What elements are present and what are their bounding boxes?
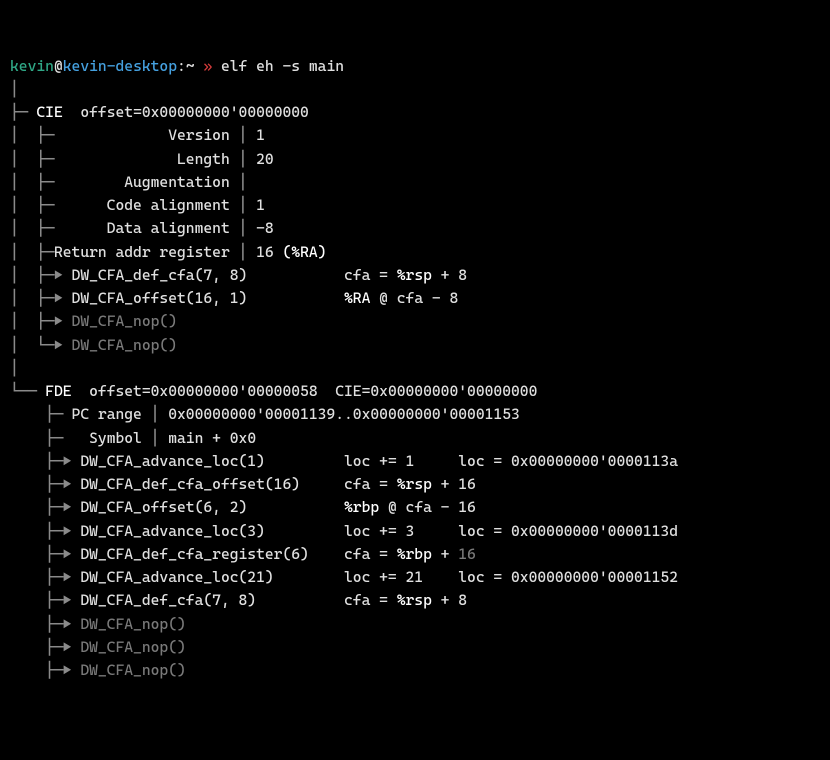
- tree-line: ├─▶: [10, 522, 80, 540]
- cie-op-ann: cfa =: [344, 266, 397, 284]
- cie-op-nop: DW_CFA_nop(): [72, 336, 177, 354]
- cie-ret-value: 16: [256, 243, 282, 261]
- fde-op: DW_CFA_def_cfa_offset(16): [80, 475, 300, 493]
- cie-version-label: Version: [63, 126, 230, 144]
- cie-data-label: Data alignment: [63, 219, 230, 237]
- tree-line: ├─▶: [10, 638, 80, 656]
- prompt-at: @: [54, 57, 63, 75]
- fde-op-after: + 16: [432, 475, 476, 493]
- fde-op-dimtail: 16: [458, 545, 476, 563]
- command-text: elf eh -s main: [212, 57, 344, 75]
- cie-aug-label: Augmentation: [63, 173, 230, 191]
- tree-line: ├─: [10, 429, 72, 447]
- tree-line: ├─▶: [10, 615, 80, 633]
- tree-line: ├─▶: [10, 498, 80, 516]
- tree-line: ├─▶: [10, 568, 80, 586]
- tree-line: │ ├─▶: [10, 312, 72, 330]
- fde-symbol-value: main + 0x0: [168, 429, 256, 447]
- fde-op-nop: DW_CFA_nop(): [80, 615, 185, 633]
- prompt-user: kevin: [10, 57, 54, 75]
- fde-op-reg: %rsp: [397, 591, 432, 609]
- fde-op-reg: %rbp: [397, 545, 432, 563]
- fde-op-after: +: [432, 545, 458, 563]
- fde-op-ann: cfa =: [344, 545, 397, 563]
- fde-op: DW_CFA_def_cfa(7, 8): [80, 591, 256, 609]
- tree-line: │ ├─: [10, 243, 54, 261]
- tree-line: │: [10, 80, 19, 98]
- tree-line: │ ├─: [10, 219, 63, 237]
- cie-data-value: -8: [256, 219, 274, 237]
- cie-length-label: Length: [63, 150, 230, 168]
- cie-length-value: 20: [256, 150, 274, 168]
- cie-op-rest: @ cfa - 8: [370, 289, 458, 307]
- fde-header: FDE: [45, 382, 71, 400]
- tree-line: │ └─▶: [10, 336, 72, 354]
- fde-cieref: CIE=0x00000000'00000000: [335, 382, 537, 400]
- fde-op-ann: cfa =: [344, 591, 397, 609]
- fde-op-col3: loc = 0x00000000'0000113d: [458, 522, 678, 540]
- cie-offset: offset=0x00000000'00000000: [80, 103, 309, 121]
- tree-line: └──: [10, 382, 45, 400]
- fde-op: DW_CFA_offset(6, 2): [80, 498, 247, 516]
- cie-version-value: 1: [256, 126, 265, 144]
- fde-op-nop: DW_CFA_nop(): [80, 661, 185, 679]
- cie-op-nop: DW_CFA_nop(): [72, 312, 177, 330]
- fde-op-reg: %rbp: [344, 498, 379, 516]
- fde-op: DW_CFA_advance_loc(1): [80, 452, 265, 470]
- fde-op-col2: loc += 1: [344, 452, 414, 470]
- cie-op-reg: %RA: [344, 289, 370, 307]
- cie-ret-label: Return addr register: [54, 243, 230, 261]
- prompt-host: kevin-desktop: [63, 57, 177, 75]
- fde-offset: offset=0x00000000'00000058: [89, 382, 318, 400]
- fde-pcrange-value: 0x00000000'00001139..0x00000000'00001153: [168, 405, 520, 423]
- cie-op-reg: %rsp: [397, 266, 432, 284]
- cie-code-value: 1: [256, 196, 265, 214]
- tree-line: ├─▶: [10, 661, 80, 679]
- tree-line: ├─: [10, 103, 36, 121]
- cie-ret-reg: (%RA): [282, 243, 326, 261]
- cie-op: DW_CFA_def_cfa(7, 8): [72, 266, 248, 284]
- fde-op-ann: cfa =: [344, 475, 397, 493]
- tree-line: ├─▶: [10, 452, 80, 470]
- fde-op-reg: %rsp: [397, 475, 432, 493]
- fde-op-col3: loc = 0x00000000'0000113a: [458, 452, 678, 470]
- fde-op-col2: loc += 21: [344, 568, 423, 586]
- tree-line: │ ├─: [10, 150, 63, 168]
- prompt-line[interactable]: kevin@kevin-desktop:~ » elf eh -s main: [10, 57, 344, 75]
- cie-header: CIE: [36, 103, 62, 121]
- fde-op: DW_CFA_advance_loc(21): [80, 568, 273, 586]
- fde-symbol-label: Symbol: [72, 429, 142, 447]
- fde-op-after: + 8: [432, 591, 467, 609]
- fde-op-col2: loc += 3: [344, 522, 414, 540]
- fde-op-after: @ cfa - 16: [379, 498, 476, 516]
- fde-op: DW_CFA_advance_loc(3): [80, 522, 265, 540]
- tree-line: ├─▶: [10, 545, 80, 563]
- prompt-path: ~: [186, 57, 195, 75]
- fde-op-col3: loc = 0x00000000'00001152: [458, 568, 678, 586]
- tree-line: │ ├─: [10, 196, 63, 214]
- tree-line: │: [10, 359, 19, 377]
- tree-line: │ ├─: [10, 173, 63, 191]
- tree-line: │ ├─: [10, 126, 63, 144]
- tree-line: ├─▶: [10, 475, 80, 493]
- cie-code-label: Code alignment: [63, 196, 230, 214]
- prompt-colon: :: [177, 57, 186, 75]
- cie-op-rest: + 8: [432, 266, 467, 284]
- terminal-output: kevin@kevin-desktop:~ » elf eh -s main │…: [10, 55, 820, 683]
- tree-line: ├─▶: [10, 591, 80, 609]
- fde-pcrange-label: PC range: [72, 405, 142, 423]
- tree-line: ├─: [10, 405, 72, 423]
- tree-line: │ ├─▶: [10, 266, 72, 284]
- fde-op: DW_CFA_def_cfa_register(6): [80, 545, 309, 563]
- cie-op: DW_CFA_offset(16, 1): [72, 289, 248, 307]
- tree-line: │ ├─▶: [10, 289, 72, 307]
- fde-op-nop: DW_CFA_nop(): [80, 638, 185, 656]
- prompt-char: »: [195, 57, 213, 75]
